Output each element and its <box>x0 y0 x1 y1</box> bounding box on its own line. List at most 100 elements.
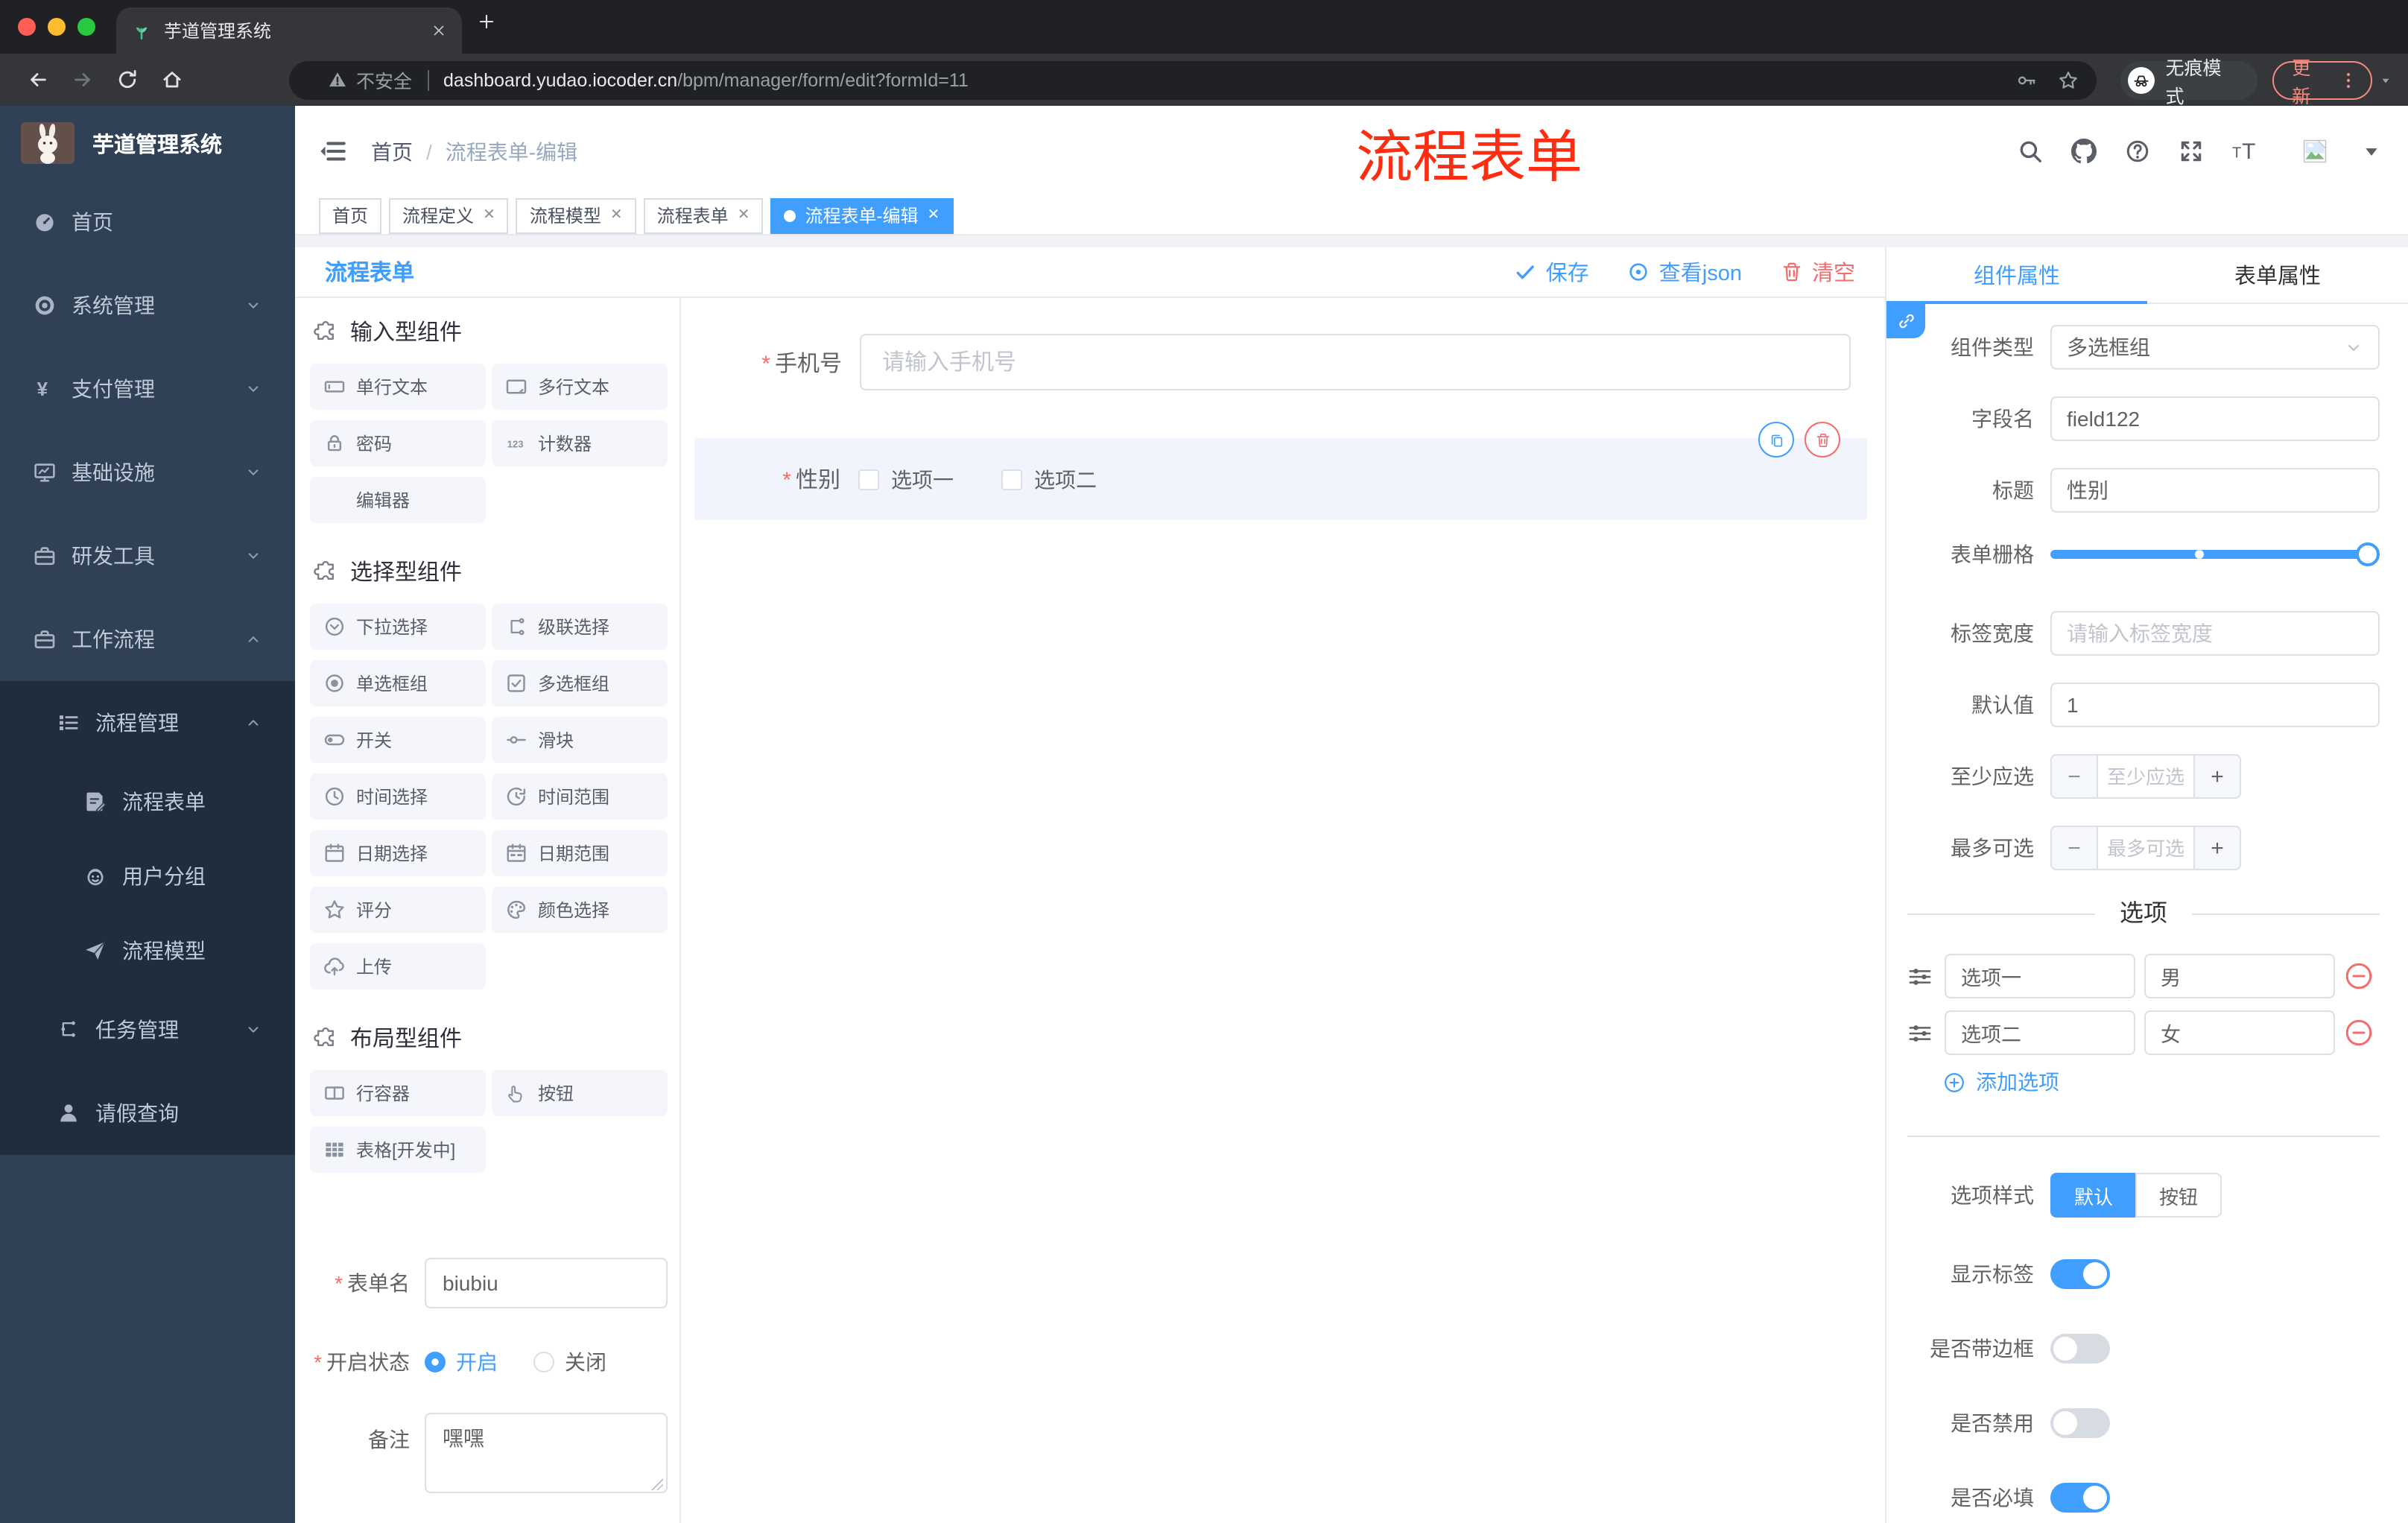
palette-item-按钮[interactable]: 按钮 <box>492 1070 668 1116</box>
sidebar-item-5[interactable]: 工作流程 <box>0 598 295 681</box>
fullscreen-icon[interactable] <box>2179 139 2204 164</box>
stepper-minus-button[interactable]: − <box>2052 756 2098 797</box>
addressbar-caret-icon[interactable] <box>2378 72 2393 87</box>
github-icon[interactable] <box>2071 139 2097 164</box>
palette-item-单选框组[interactable]: 单选框组 <box>310 660 486 706</box>
tag-流程定义[interactable]: 流程定义 ✕ <box>389 197 509 233</box>
sidebar-item-7[interactable]: 流程表单 <box>0 764 295 839</box>
palette-item-表格[开发中][interactable]: 表格[开发中] <box>310 1127 486 1173</box>
form-canvas[interactable]: *手机号 *性别 选项一 选项二 <box>681 298 1885 1523</box>
palette-item-上传[interactable]: 上传 <box>310 943 486 990</box>
traffic-lights[interactable] <box>18 18 95 36</box>
browser-reload-button[interactable] <box>104 59 149 101</box>
toggle-是否带边框[interactable] <box>2050 1334 2110 1364</box>
form-remark-textarea[interactable]: 嘿嘿 <box>425 1413 668 1493</box>
title-input[interactable] <box>2050 468 2380 513</box>
tab-form-props[interactable]: 表单属性 <box>2147 247 2408 303</box>
help-icon[interactable] <box>2125 139 2150 164</box>
sidebar-item-4[interactable]: 研发工具 <box>0 514 295 598</box>
component-type-select[interactable]: 多选框组 <box>2050 325 2380 370</box>
status-off-label[interactable]: 关闭 <box>565 1347 606 1377</box>
tag-close-icon[interactable]: ✕ <box>927 207 940 224</box>
search-icon[interactable] <box>2018 139 2043 164</box>
avatar[interactable] <box>2286 121 2342 181</box>
remove-option-button[interactable] <box>2344 961 2374 991</box>
field-name-input[interactable] <box>2050 396 2380 441</box>
palette-item-多选框组[interactable]: 多选框组 <box>492 660 668 706</box>
palette-item-开关[interactable]: 开关 <box>310 717 486 763</box>
stepper-plus-button[interactable]: + <box>2193 756 2240 797</box>
status-off-radio[interactable] <box>533 1352 554 1372</box>
label-width-input[interactable] <box>2050 611 2380 656</box>
close-window-button[interactable] <box>18 18 36 36</box>
palette-item-滑块[interactable]: 滑块 <box>492 717 668 763</box>
hamburger-icon[interactable] <box>319 137 347 165</box>
min-select-input[interactable] <box>2098 756 2193 797</box>
option-style-默认[interactable]: 默认 <box>2050 1173 2136 1218</box>
breadcrumb-item-1[interactable]: 流程表单-编辑 <box>446 136 577 166</box>
toggle-是否必填[interactable] <box>2050 1483 2110 1513</box>
duplicate-component-button[interactable] <box>1758 422 1794 457</box>
checkbox[interactable] <box>1001 469 1022 490</box>
browser-back-button[interactable] <box>15 59 60 101</box>
palette-item-评分[interactable]: 评分 <box>310 887 486 933</box>
save-button[interactable]: 保存 <box>1515 256 1589 288</box>
toggle-显示标签[interactable] <box>2050 1259 2110 1289</box>
option-drag-handle[interactable] <box>1907 1020 1933 1045</box>
minimize-window-button[interactable] <box>48 18 66 36</box>
delete-component-button[interactable] <box>1805 422 1840 457</box>
palette-item-密码[interactable]: 密码 <box>310 420 486 466</box>
palette-item-行容器[interactable]: 行容器 <box>310 1070 486 1116</box>
bookmark-star-icon[interactable] <box>2059 69 2079 90</box>
toggle-是否禁用[interactable] <box>2050 1408 2110 1438</box>
remove-option-button[interactable] <box>2344 1018 2374 1048</box>
palette-item-计数器[interactable]: 123 计数器 <box>492 420 668 466</box>
sidebar-item-3[interactable]: 基础设施 <box>0 431 295 514</box>
stepper-plus-button[interactable]: + <box>2193 827 2240 869</box>
browser-tab[interactable]: 芋道管理系统 <box>116 7 462 54</box>
breadcrumb-item-0[interactable]: 首页 <box>371 136 413 166</box>
link-handle[interactable] <box>1886 303 1925 338</box>
palette-item-日期范围[interactable]: 日期范围 <box>492 830 668 876</box>
sidebar-item-0[interactable]: 首页 <box>0 180 295 264</box>
url-bar[interactable]: 不安全 dashboard.yudao.iocoder.cn /bpm/mana… <box>289 60 2097 99</box>
tag-首页[interactable]: 首页 <box>319 197 382 233</box>
palette-item-多行文本[interactable]: 多行文本 <box>492 364 668 410</box>
option-drag-handle[interactable] <box>1907 963 1933 989</box>
palette-item-单行文本[interactable]: 单行文本 <box>310 364 486 410</box>
font-size-icon[interactable]: TT <box>2232 139 2258 164</box>
default-value-input[interactable] <box>2050 683 2380 727</box>
maximize-window-button[interactable] <box>77 18 95 36</box>
max-select-input[interactable] <box>2098 827 2193 869</box>
checkbox[interactable] <box>858 469 879 490</box>
tag-close-icon[interactable]: ✕ <box>483 207 495 224</box>
sidebar-item-1[interactable]: 系统管理 <box>0 264 295 347</box>
tag-流程表单[interactable]: 流程表单 ✕ <box>643 197 764 233</box>
palette-item-时间选择[interactable]: 时间选择 <box>310 773 486 820</box>
tag-close-icon[interactable]: ✕ <box>738 207 750 224</box>
gender-option-1[interactable]: 选项二 <box>1001 464 1097 494</box>
sidebar-item-2[interactable]: ¥ 支付管理 <box>0 347 295 431</box>
gender-option-0[interactable]: 选项一 <box>858 464 954 494</box>
slider-thumb[interactable] <box>2356 542 2380 566</box>
form-name-input[interactable] <box>425 1258 668 1308</box>
sidebar-item-9[interactable]: 流程模型 <box>0 914 295 988</box>
status-on-radio[interactable] <box>425 1352 446 1372</box>
option-value-input[interactable] <box>2144 1010 2335 1055</box>
avatar-caret-icon[interactable] <box>2359 139 2384 164</box>
option-name-input[interactable] <box>1945 1010 2135 1055</box>
sidebar-item-8[interactable]: 用户分组 <box>0 839 295 914</box>
new-tab-button[interactable] <box>477 12 496 31</box>
add-option-button[interactable]: 添加选项 <box>1943 1067 2380 1097</box>
browser-home-button[interactable] <box>149 59 194 101</box>
browser-forward-button[interactable] <box>60 59 104 101</box>
sidebar-item-10[interactable]: 任务管理 <box>0 988 295 1071</box>
option-value-input[interactable] <box>2144 954 2335 998</box>
clear-button[interactable]: 清空 <box>1781 256 1855 288</box>
option-name-input[interactable] <box>1945 954 2135 998</box>
tag-流程表单-编辑[interactable]: 流程表单-编辑 ✕ <box>770 197 954 233</box>
palette-item-编辑器[interactable]: 编辑器 <box>310 477 486 523</box>
browser-update-button[interactable]: 更新 <box>2272 57 2372 107</box>
view-json-button[interactable]: 查看json <box>1628 256 1742 288</box>
stepper-minus-button[interactable]: − <box>2052 827 2098 869</box>
